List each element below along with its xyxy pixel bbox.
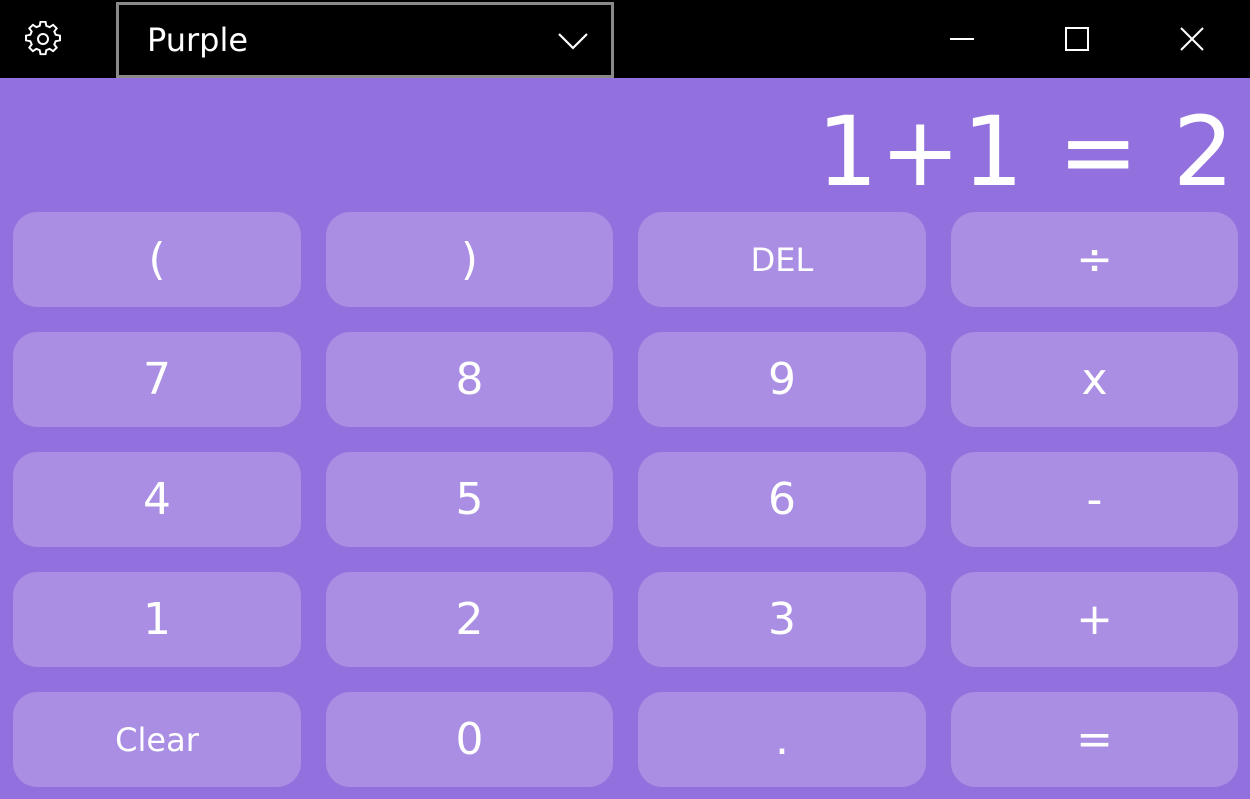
digit-0-key[interactable]: 0: [326, 692, 613, 787]
chevron-down-icon: [558, 33, 588, 50]
theme-dropdown-value: Purple: [147, 21, 249, 59]
digit-7-key[interactable]: 7: [13, 332, 301, 427]
title-bar: Purple: [0, 0, 1250, 78]
clear-key[interactable]: Clear: [13, 692, 301, 787]
minimize-button[interactable]: [905, 0, 1019, 78]
gear-icon: [25, 21, 61, 56]
digit-8-key[interactable]: 8: [326, 332, 613, 427]
digit-3-key[interactable]: 3: [638, 572, 926, 667]
keypad: ( ) DEL ÷ 7 8 9 x 4 5 6 - 1 2 3 + Clear …: [13, 212, 1238, 787]
maximize-button[interactable]: [1020, 0, 1134, 78]
digit-2-key[interactable]: 2: [326, 572, 613, 667]
divide-key[interactable]: ÷: [951, 212, 1238, 307]
minimize-icon: [950, 38, 974, 40]
digit-6-key[interactable]: 6: [638, 452, 926, 547]
equals-key[interactable]: =: [951, 692, 1238, 787]
delete-key[interactable]: DEL: [638, 212, 926, 307]
result-display: 1+1 = 2: [816, 96, 1236, 208]
digit-4-key[interactable]: 4: [13, 452, 301, 547]
settings-button[interactable]: [0, 0, 86, 78]
open-paren-key[interactable]: (: [13, 212, 301, 307]
theme-dropdown[interactable]: Purple: [116, 2, 614, 78]
close-paren-key[interactable]: ): [326, 212, 613, 307]
multiply-key[interactable]: x: [951, 332, 1238, 427]
digit-5-key[interactable]: 5: [326, 452, 613, 547]
subtract-key[interactable]: -: [951, 452, 1238, 547]
close-button[interactable]: [1135, 0, 1249, 78]
close-icon: [1180, 27, 1204, 51]
add-key[interactable]: +: [951, 572, 1238, 667]
digit-9-key[interactable]: 9: [638, 332, 926, 427]
digit-1-key[interactable]: 1: [13, 572, 301, 667]
maximize-icon: [1065, 27, 1089, 51]
decimal-point-key[interactable]: .: [638, 692, 926, 787]
